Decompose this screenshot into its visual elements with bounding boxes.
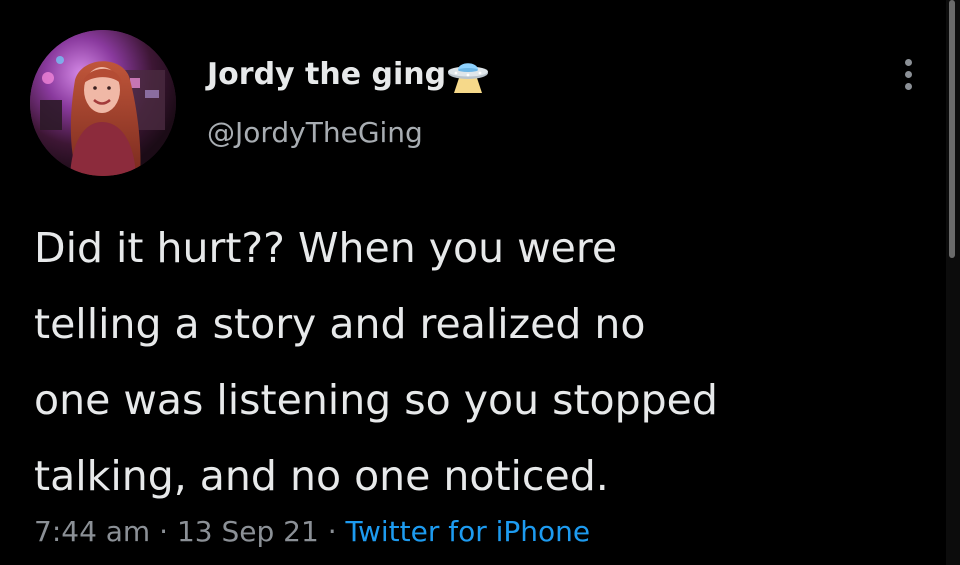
- scrollbar-thumb[interactable]: [949, 0, 955, 258]
- more-vertical-icon: [904, 82, 912, 90]
- meta-separator: ·: [327, 515, 346, 548]
- more-vertical-icon: [904, 58, 912, 66]
- tweet-text-line: talking, and no one noticed.: [34, 452, 609, 500]
- tweet-date[interactable]: 13 Sep 21: [177, 515, 319, 548]
- more-vertical-icon: [904, 70, 912, 78]
- user-handle[interactable]: @JordyTheGing: [207, 116, 423, 149]
- meta-separator: ·: [159, 515, 177, 548]
- name-row: Jordy the ging: [207, 52, 490, 96]
- tweet-card: Jordy the ging @JordyTheGing Did it hurt…: [0, 0, 960, 565]
- avatar[interactable]: [30, 30, 176, 176]
- tweet-text-line: Did it hurt?? When you were: [34, 224, 618, 272]
- tweet-text-line: telling a story and realized no: [34, 300, 646, 348]
- tweet-source-link[interactable]: Twitter for iPhone: [346, 515, 591, 548]
- more-options-button[interactable]: [893, 52, 923, 96]
- tweet-time[interactable]: 7:44 am: [34, 515, 150, 548]
- tweet-text-line: one was listening so you stopped: [34, 376, 718, 424]
- avatar-photo-icon: [30, 30, 176, 176]
- display-name[interactable]: Jordy the ging: [207, 57, 446, 92]
- tweet-meta: 7:44 am · 13 Sep 21 · Twitter for iPhone: [34, 515, 590, 548]
- ufo-icon: [446, 57, 490, 95]
- tweet-text: Did it hurt?? When you were telling a st…: [34, 210, 934, 514]
